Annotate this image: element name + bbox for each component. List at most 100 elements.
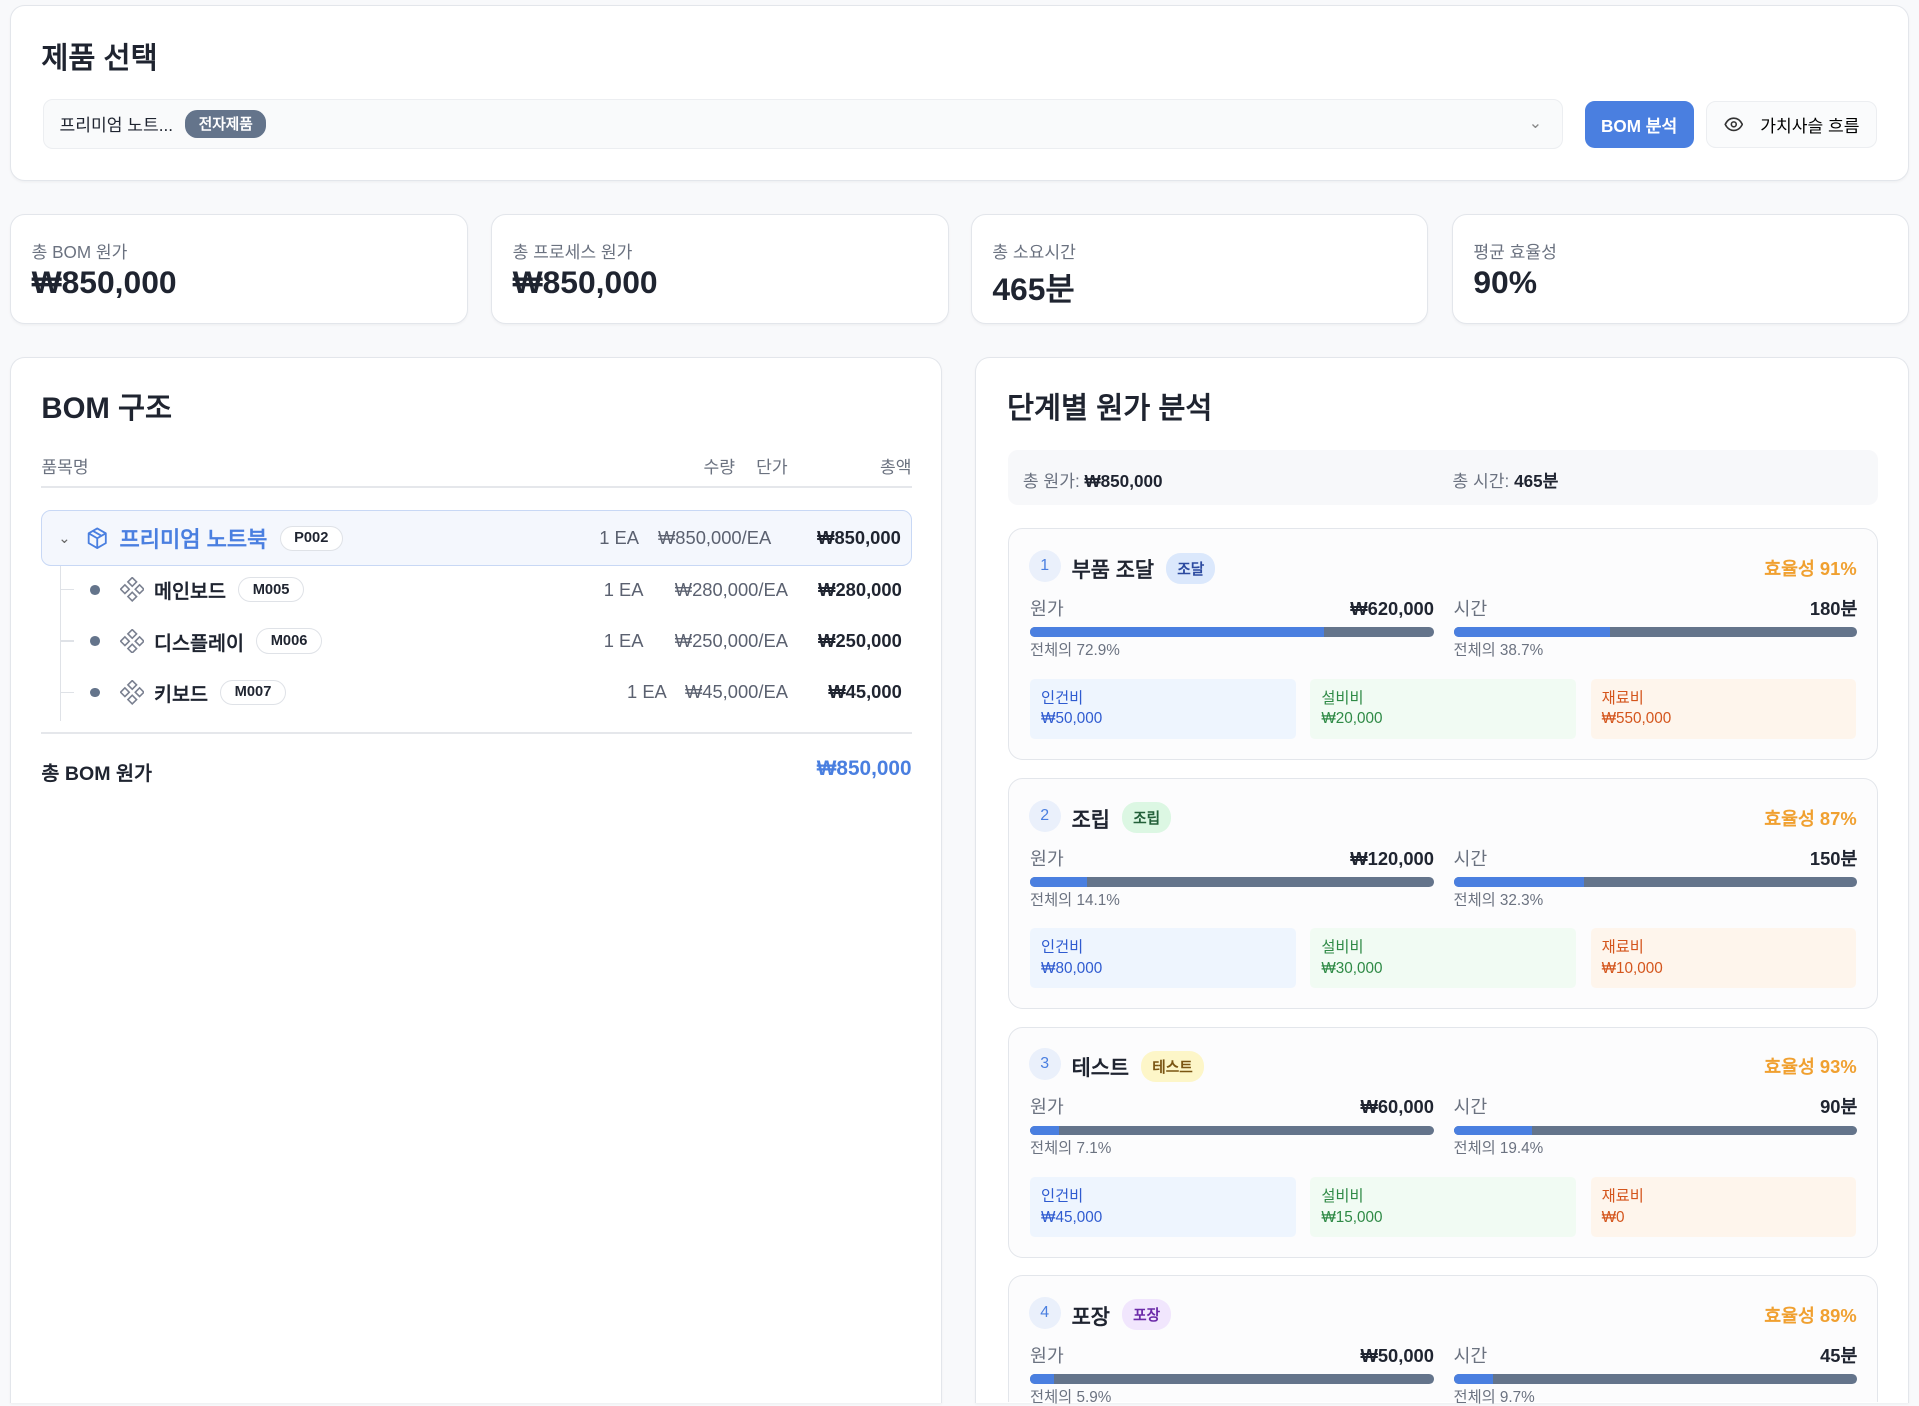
labor-cost-box: 인건비 ₩80,000 [1030,928,1296,989]
item-unit-price: ₩280,000/EA [674,578,788,600]
component-icon [119,680,145,705]
total-time-label: 총 시간: [1452,471,1510,492]
value-chain-button[interactable]: 가치사슬 흐름 [1705,101,1878,148]
stage-tag: 포장 [1122,1299,1172,1331]
header-qty: 수량 [703,456,736,477]
cost-value: ₩60,000 [1360,1096,1434,1118]
cost-progress-fill [1030,627,1325,638]
time-label: 시간 [1453,598,1488,620]
bullet-icon [90,636,101,646]
bom-analysis-button[interactable]: BOM 분석 [1584,101,1694,148]
cost-percent: 전체의 5.9% [1030,1388,1112,1406]
product-dropdown[interactable]: 프리미엄 노트... 전자제품 ⌄ [42,98,1563,150]
time-progress-bar [1453,1373,1858,1384]
total-time-summary: 총 시간: 465분 [1453,467,1559,492]
selected-product: 프리미엄 노트... [59,115,174,136]
divider [41,731,912,735]
bom-child-row[interactable]: 메인보드 M005 1 EA ₩280,000/EA ₩280,000 [41,564,911,615]
product-select-panel: 제품 선택 프리미엄 노트... 전자제품 ⌄ BOM 분석 가치사슬 흐름 [9,4,1910,182]
time-progress-bar [1453,877,1858,887]
stage-number: 2 [1028,799,1061,832]
category-badge: 전자제품 [185,109,267,139]
cost-metric: 원가 ₩620,000 전체의 72.9% [1030,598,1434,659]
time-label: 시간 [1453,847,1488,869]
labor-label: 인건비 [1041,939,1084,957]
material-value: ₩0 [1601,1208,1625,1226]
time-metric: 시간 150분 전체의 32.3% [1453,847,1858,909]
tree-branch [59,691,75,694]
eye-icon [1723,117,1743,132]
bom-total-label: 총 BOM 원가 [41,763,152,786]
stage-name-wrap: 테스트 테스트 [1071,1050,1204,1082]
cost-label: 원가 [1030,1344,1064,1366]
item-unit-price: ₩850,000/EA [657,527,772,549]
stage-efficiency: 효율성 91% [1764,558,1857,580]
item-qty: 1 EA [627,681,667,703]
equipment-cost-box: 설비비 ₩15,000 [1310,1176,1576,1237]
item-unit-price: ₩250,000/EA [674,630,788,652]
bom-child-row[interactable]: 키보드 M007 1 EA ₩45,000/EA ₩45,000 [41,667,911,718]
cost-metric: 원가 ₩50,000 전체의 5.9% [1030,1345,1434,1406]
stage-name-wrap: 포장 포장 [1072,1299,1172,1331]
item-qty: 1 EA [603,578,644,600]
time-value: 180분 [1809,598,1858,620]
bullet-icon [90,687,101,698]
time-percent: 전체의 38.7% [1453,642,1544,660]
stat-card-total-time: 총 소요시간 465분 [970,214,1429,325]
tree-branch [59,589,75,591]
bom-root-row[interactable]: ⌄ 프리미엄 노트북 P002 1 EA ₩850,000/EA ₩850,00… [41,510,912,567]
stat-label: 총 소요시간 [992,242,1076,263]
time-percent: 전체의 32.3% [1453,891,1544,909]
stage-card: 4 포장 포장 효율성 89% 원가 ₩50,000 전체의 5.9% 시간 45분 … [1008,1275,1879,1405]
item-total: ₩850,000 [817,527,901,549]
stage-tag: 조립 [1122,802,1172,834]
stat-value: ₩850,000 [512,264,658,301]
stat-label: 총 BOM 원가 [31,242,128,263]
item-qty: 1 EA [599,527,640,549]
time-metric: 시간 90분 전체의 19.4% [1453,1096,1858,1157]
cost-label: 원가 [1030,847,1064,869]
time-percent: 전체의 9.7% [1453,1388,1535,1406]
total-cost-summary: 총 원가: ₩850,000 [1023,467,1163,492]
cost-label: 원가 [1030,1096,1064,1118]
stage-number: 3 [1028,1048,1061,1081]
time-progress-bar [1453,627,1858,638]
bom-total-value: ₩850,000 [816,757,912,781]
labor-value: ₩80,000 [1041,960,1103,978]
stage-name: 테스트 [1071,1057,1130,1081]
stat-label: 총 프로세스 원가 [512,242,633,263]
stage-efficiency: 효율성 89% [1764,1304,1857,1326]
stage-summary: 총 원가: ₩850,000 총 시간: 465분 [1008,450,1879,506]
cost-progress-bar [1030,877,1434,887]
material-value: ₩550,000 [1601,710,1672,728]
time-metric: 시간 45분 전체의 9.7% [1453,1344,1858,1406]
header-total: 총액 [880,456,912,477]
stat-value: 465분 [992,271,1075,308]
item-unit-price: ₩45,000/EA [684,681,788,703]
chevron-down-icon[interactable]: ⌄ [58,530,70,547]
chevron-down-icon: ⌄ [1528,115,1543,133]
tree-branch [59,640,75,642]
time-label: 시간 [1453,1344,1488,1366]
value-chain-label: 가치사슬 흐름 [1760,116,1860,137]
material-label: 재료비 [1601,689,1644,707]
time-metric: 시간 180분 전체의 38.7% [1453,598,1858,660]
total-cost-label: 총 원가: [1022,471,1080,492]
stage-name-wrap: 조립 조립 [1072,802,1172,834]
cost-progress-fill [1030,877,1087,887]
item-code: M006 [256,628,322,654]
stat-label: 평균 효율성 [1473,242,1557,263]
bom-child-row[interactable]: 디스플레이 M006 1 EA ₩250,000/EA ₩250,000 [41,615,911,666]
item-code: M005 [238,577,304,603]
item-total: ₩250,000 [818,630,902,652]
item-name: 메인보드 [153,581,226,604]
item-total: ₩45,000 [828,681,902,703]
cost-progress-fill [1030,1125,1059,1136]
bom-structure-panel: BOM 구조 품목명 수량 단가 총액 ⌄ 프리미엄 노트북 P002 1 EA… [9,357,943,1403]
total-cost-value: ₩850,000 [1084,471,1163,492]
equipment-label: 설비비 [1321,689,1364,707]
product-select-title: 제품 선택 [41,42,158,76]
time-value: 150분 [1809,847,1858,869]
cost-value: ₩120,000 [1350,847,1434,869]
stat-card-avg-efficiency: 평균 효율성 90% [1451,214,1910,325]
